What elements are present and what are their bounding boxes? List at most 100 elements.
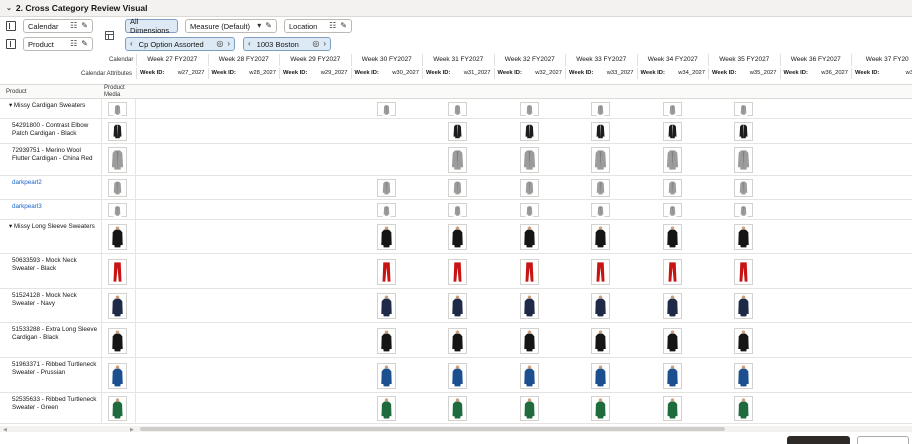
week-media-thumbnail[interactable] (376, 102, 396, 116)
week-media-thumbnail[interactable] (734, 293, 754, 319)
week-header[interactable]: Week 28 FY2027 (207, 54, 280, 66)
location-dimension-pill[interactable]: Location ☷ ✎ (284, 19, 352, 33)
week-media-thumbnail[interactable] (662, 258, 682, 285)
week-media-thumbnail[interactable] (591, 396, 611, 421)
group-row[interactable]: ▾ Missy Cardigan Sweaters (0, 99, 912, 119)
week-header[interactable]: Week 34 FY2027 (636, 54, 709, 66)
edit-pencil-icon[interactable]: ✎ (81, 40, 88, 48)
section-header[interactable]: ⌄ 2. Cross Category Review Visual (0, 0, 912, 17)
week-media-thumbnail[interactable] (448, 147, 468, 173)
product-row[interactable]: 51533288 - Extra Long Sleeve Cardigan - … (0, 323, 912, 358)
store-selector[interactable]: ‹ 1003 Boston ◎ › (243, 37, 331, 51)
week-media-thumbnail[interactable] (448, 224, 468, 250)
week-media-thumbnail[interactable] (591, 327, 611, 354)
week-media-thumbnail[interactable] (519, 327, 539, 354)
hierarchy-icon[interactable]: ☷ (70, 22, 77, 30)
week-header[interactable]: Week 36 FY2027 (779, 54, 852, 66)
product-row[interactable]: 51963371 - Ribbed Turtleneck Sweater - P… (0, 358, 912, 393)
week-media-thumbnail[interactable] (448, 293, 468, 319)
week-media-thumbnail[interactable] (591, 102, 611, 116)
week-media-thumbnail[interactable] (591, 293, 611, 319)
week-media-thumbnail[interactable] (519, 258, 539, 285)
product-row[interactable]: darkpearl2 (0, 176, 912, 200)
week-media-thumbnail[interactable] (448, 122, 468, 141)
week-media-thumbnail[interactable] (519, 102, 539, 116)
scroll-right-icon[interactable]: ▶ (130, 427, 134, 433)
week-media-thumbnail[interactable] (519, 203, 539, 217)
target-icon[interactable]: ◎ (312, 40, 319, 48)
week-media-thumbnail[interactable] (376, 179, 396, 197)
week-media-thumbnail[interactable] (662, 179, 682, 197)
week-media-thumbnail[interactable] (376, 224, 396, 250)
week-media-thumbnail[interactable] (662, 147, 682, 173)
week-media-thumbnail[interactable] (519, 122, 539, 141)
secondary-button[interactable] (857, 436, 909, 444)
week-media-thumbnail[interactable] (376, 362, 396, 389)
week-header[interactable]: Week 30 FY2027 (350, 54, 423, 66)
week-media-thumbnail[interactable] (662, 224, 682, 250)
week-header[interactable]: Week 27 FY2027 (136, 54, 208, 66)
row-layout-icon[interactable] (6, 21, 16, 31)
week-media-thumbnail[interactable] (734, 122, 754, 141)
week-media-thumbnail[interactable] (448, 396, 468, 421)
week-media-thumbnail[interactable] (591, 362, 611, 389)
product-dimension-pill[interactable]: Product ☷ ✎ (23, 37, 93, 51)
week-media-thumbnail[interactable] (734, 327, 754, 354)
product-name[interactable]: darkpearl3 (12, 203, 98, 211)
next-arrow-icon[interactable]: › (323, 40, 326, 48)
week-media-thumbnail[interactable] (734, 396, 754, 421)
edit-pencil-icon[interactable]: ✎ (265, 22, 272, 30)
product-row[interactable]: 51524128 - Mock Neck Sweater - Navy (0, 289, 912, 323)
week-media-thumbnail[interactable] (734, 147, 754, 173)
product-row[interactable]: darkpearl3 (0, 200, 912, 220)
week-media-thumbnail[interactable] (591, 258, 611, 285)
week-media-thumbnail[interactable] (519, 362, 539, 389)
collapse-chevron-icon[interactable]: ⌄ (6, 4, 12, 12)
week-media-thumbnail[interactable] (591, 147, 611, 173)
week-header[interactable]: Week 29 FY2027 (279, 54, 351, 66)
week-media-thumbnail[interactable] (662, 327, 682, 354)
product-row[interactable]: 52535633 - Ribbed Turtleneck Sweater - G… (0, 393, 912, 424)
week-media-thumbnail[interactable] (591, 224, 611, 250)
week-media-thumbnail[interactable] (662, 102, 682, 116)
primary-button[interactable] (787, 436, 850, 444)
week-media-thumbnail[interactable] (734, 102, 754, 116)
week-media-thumbnail[interactable] (448, 327, 468, 354)
week-media-thumbnail[interactable] (519, 224, 539, 250)
week-media-thumbnail[interactable] (448, 102, 468, 116)
week-media-thumbnail[interactable] (376, 327, 396, 354)
week-media-thumbnail[interactable] (734, 203, 754, 217)
week-media-thumbnail[interactable] (734, 224, 754, 250)
week-media-thumbnail[interactable] (662, 396, 682, 421)
prev-arrow-icon[interactable]: ‹ (248, 40, 251, 48)
week-media-thumbnail[interactable] (448, 179, 468, 197)
week-media-thumbnail[interactable] (448, 362, 468, 389)
week-header[interactable]: Week 35 FY2027 (708, 54, 780, 66)
week-header[interactable]: Week 32 FY2027 (493, 54, 566, 66)
all-dimensions-button[interactable]: All Dimensions (125, 17, 178, 35)
week-media-thumbnail[interactable] (662, 293, 682, 319)
week-media-thumbnail[interactable] (519, 147, 539, 173)
week-media-thumbnail[interactable] (591, 122, 611, 141)
column-layout-icon[interactable] (6, 39, 16, 49)
calendar-dimension-pill[interactable]: Calendar ☷ ✎ (23, 19, 93, 33)
group-row[interactable]: ▾ Missy Long Sleeve Sweaters (0, 220, 912, 254)
hierarchy-icon[interactable]: ☷ (70, 40, 77, 48)
prev-arrow-icon[interactable]: ‹ (130, 40, 133, 48)
week-media-thumbnail[interactable] (519, 179, 539, 197)
scrollbar-thumb[interactable] (140, 427, 725, 431)
week-media-thumbnail[interactable] (376, 293, 396, 319)
edit-pencil-icon[interactable]: ✎ (81, 22, 88, 30)
week-media-thumbnail[interactable] (662, 122, 682, 141)
week-media-thumbnail[interactable] (734, 179, 754, 197)
pivot-table-icon[interactable] (105, 31, 114, 40)
week-media-thumbnail[interactable] (662, 203, 682, 217)
week-media-thumbnail[interactable] (376, 203, 396, 217)
week-media-thumbnail[interactable] (734, 258, 754, 285)
measure-dropdown[interactable]: Measure (Default) ▾ ✎ (185, 19, 277, 33)
product-row[interactable]: 50633593 - Mock Neck Sweater - Black (0, 254, 912, 289)
next-arrow-icon[interactable]: › (227, 40, 230, 48)
horizontal-scrollbar[interactable] (0, 426, 912, 432)
edit-pencil-icon[interactable]: ✎ (340, 22, 347, 30)
week-header[interactable]: Week 31 FY2027 (422, 54, 494, 66)
